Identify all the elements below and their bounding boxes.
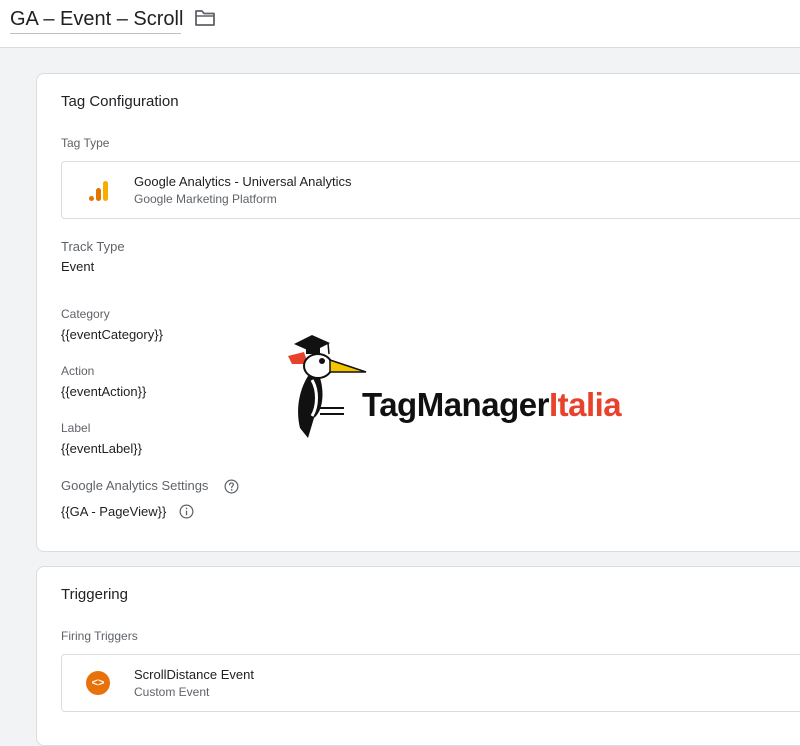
tag-name-input[interactable]: GA – Event – Scroll [10,6,183,34]
info-icon[interactable] [179,504,194,519]
folder-icon[interactable] [194,8,216,28]
label-value: {{eventLabel}} [61,441,142,456]
track-type-value: Event [61,259,95,274]
google-analytics-icon [89,181,108,201]
triggering-card[interactable]: Triggering Firing Triggers <> ScrollDist… [36,566,800,746]
brand-text-part1: TagManager [362,386,549,423]
trigger-type: Custom Event [134,685,210,699]
brand-wordmark: TagManagerItalia [362,385,622,425]
trigger-name: ScrollDistance Event [134,667,254,682]
firing-triggers-label: Firing Triggers [61,629,138,643]
tag-type-label: Tag Type [61,136,110,150]
tag-type-box[interactable]: Google Analytics - Universal Analytics G… [61,161,800,219]
trigger-item[interactable]: <> ScrollDistance Event Custom Event [61,654,800,712]
category-label: Category [61,307,110,321]
woodpecker-mascot-icon [288,335,367,438]
action-value: {{eventAction}} [61,384,147,399]
card-title-tag-configuration: Tag Configuration [61,93,179,110]
tag-type-platform: Google Marketing Platform [134,192,277,206]
help-circle-icon[interactable] [224,479,239,494]
custom-event-icon: <> [86,671,110,695]
top-bar: GA – Event – Scroll [0,0,800,48]
track-type-label: Track Type [61,239,125,254]
action-label: Action [61,364,95,378]
brand-text-part2: Italia [548,386,622,423]
category-value: {{eventCategory}} [61,327,163,342]
tag-configuration-card[interactable]: Tag Configuration Tag Type Google Analyt… [36,73,800,552]
label-label: Label [61,421,91,435]
tag-type-name: Google Analytics - Universal Analytics [134,174,352,189]
ga-settings-value[interactable]: {{GA - PageView}} [61,504,166,519]
tagmanageritalia-watermark: TagManagerItalia [284,330,694,442]
card-title-triggering: Triggering [61,586,128,603]
ga-settings-label: Google Analytics Settings [61,478,209,493]
